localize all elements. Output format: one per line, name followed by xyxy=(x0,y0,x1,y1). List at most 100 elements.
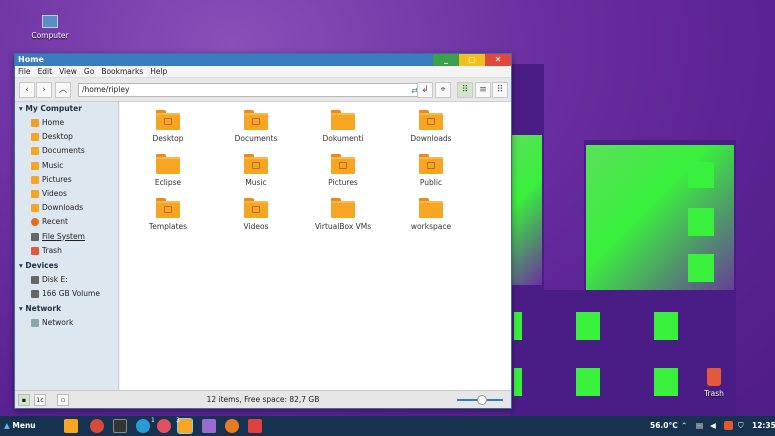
menu-bookmarks[interactable]: Bookmarks xyxy=(101,67,143,76)
sidebar-item-file-system[interactable]: File System xyxy=(15,230,118,244)
title-bar[interactable]: Home _ ▢ ✕ xyxy=(15,54,511,66)
forward-button[interactable]: › xyxy=(36,82,52,98)
status-bar: ▪ 1c ▫ 12 items, Free space: 82,7 GB xyxy=(15,390,511,408)
network-tray-icon[interactable]: ▤ xyxy=(696,416,703,436)
sidebar-item-disk-e[interactable]: Disk E: xyxy=(15,273,118,287)
folder-item[interactable]: Downloads xyxy=(391,110,471,143)
section-network[interactable]: ▾ Network xyxy=(15,302,118,316)
sidebar-item-network[interactable]: Network xyxy=(15,316,118,330)
drive-icon xyxy=(31,275,39,284)
menu-button[interactable]: ▲ Menu xyxy=(4,416,36,436)
app-launcher-icon[interactable] xyxy=(248,419,262,433)
folder-item[interactable]: workspace xyxy=(391,198,471,231)
drive-icon xyxy=(31,290,39,299)
folder-item[interactable]: Videos xyxy=(216,198,296,231)
menu-edit[interactable]: Edit xyxy=(38,67,53,76)
clock[interactable]: 12:35 xyxy=(752,416,775,436)
folder-icon xyxy=(331,154,355,174)
folder-icon xyxy=(419,154,443,174)
sidebar-item-home[interactable]: Home xyxy=(15,116,118,130)
up-button[interactable]: ︿ xyxy=(55,82,71,98)
sidebar-item-recent[interactable]: Recent xyxy=(15,215,118,229)
compact-view-button[interactable]: ⠿ xyxy=(492,82,508,98)
network-icon xyxy=(31,319,39,328)
app-menu-icon: ▲ xyxy=(4,421,10,430)
file-manager-task-icon[interactable] xyxy=(177,418,193,434)
folder-item[interactable]: Dokumenti xyxy=(303,110,383,143)
desktop-icon-label: Computer xyxy=(31,31,69,40)
minimize-button[interactable]: _ xyxy=(433,54,459,66)
menu-view[interactable]: View xyxy=(59,67,77,76)
menu-go[interactable]: Go xyxy=(84,67,94,76)
chevron-up-icon[interactable]: ⌃ xyxy=(681,416,687,436)
sidebar-item-documents[interactable]: Documents xyxy=(15,144,118,158)
app-launcher-icon[interactable] xyxy=(90,419,104,433)
folder-icon xyxy=(419,110,443,130)
window-count-badge: 3 xyxy=(176,417,180,424)
trash-icon xyxy=(31,246,39,255)
desktop-icon-computer[interactable]: Computer xyxy=(28,15,72,40)
file-manager-window: Home _ ▢ ✕ File Edit View Go Bookmarks H… xyxy=(14,53,512,409)
sidebar-item-music[interactable]: Music xyxy=(15,159,118,173)
firefox-icon[interactable] xyxy=(225,419,239,433)
target-icon[interactable]: ⌖ xyxy=(435,82,451,98)
back-button[interactable]: ‹ xyxy=(19,82,35,98)
sidebar-item-desktop[interactable]: Desktop xyxy=(15,130,118,144)
folder-launcher-icon[interactable] xyxy=(64,419,78,433)
pictures-icon xyxy=(31,175,39,184)
folder-item[interactable]: Desktop xyxy=(128,110,208,143)
folder-item[interactable]: Documents xyxy=(216,110,296,143)
folder-icon xyxy=(244,110,268,130)
videos-icon xyxy=(31,189,39,198)
downloads-icon xyxy=(31,204,39,213)
section-devices[interactable]: ▾ Devices xyxy=(15,259,118,273)
app-launcher-icon[interactable] xyxy=(202,419,216,433)
app-launcher-icon[interactable] xyxy=(136,419,150,433)
folder-icon xyxy=(156,154,180,174)
sidebar-item-trash[interactable]: Trash xyxy=(15,244,118,258)
location-bar[interactable]: /home/ripley ⇄ xyxy=(78,83,422,97)
folder-item[interactable]: Music xyxy=(216,154,296,187)
list-view-button[interactable]: ≡ xyxy=(475,82,491,98)
music-icon xyxy=(31,161,39,170)
terminal-icon[interactable] xyxy=(113,419,127,433)
recent-icon xyxy=(31,218,39,227)
open-terminal-button[interactable]: ↲ xyxy=(417,82,433,98)
home-icon xyxy=(31,119,39,127)
tray-app-icon[interactable] xyxy=(724,421,733,430)
trash-icon xyxy=(707,368,721,386)
menu-help[interactable]: Help xyxy=(150,67,167,76)
app-launcher-icon[interactable] xyxy=(157,419,171,433)
folder-icon xyxy=(244,154,268,174)
desktop-icon-label: Trash xyxy=(704,389,724,398)
sidebar-item-volume[interactable]: 166 GB Volume xyxy=(15,287,118,301)
menu-file[interactable]: File xyxy=(18,67,31,76)
volume-icon[interactable]: ◀ xyxy=(710,416,716,436)
window-title: Home xyxy=(18,55,44,64)
sidebar-item-pictures[interactable]: Pictures xyxy=(15,173,118,187)
icon-view-button[interactable]: ⠿ xyxy=(457,82,473,98)
zoom-slider[interactable] xyxy=(457,395,503,405)
drive-icon xyxy=(31,232,39,241)
folder-item[interactable]: Pictures xyxy=(303,154,383,187)
shield-icon[interactable]: ⛉ xyxy=(738,416,744,436)
file-view[interactable]: Desktop Documents Dokumenti Downloads Ec… xyxy=(120,102,511,392)
folder-item[interactable]: VirtualBox VMs xyxy=(303,198,383,231)
cpu-temperature: 56.0°C xyxy=(650,421,678,430)
documents-icon xyxy=(31,147,39,156)
folder-item[interactable]: Templates xyxy=(128,198,208,231)
section-my-computer[interactable]: ▾ My Computer xyxy=(15,102,118,116)
zoom-slider-handle[interactable] xyxy=(477,395,487,405)
sidebar-item-downloads[interactable]: Downloads xyxy=(15,201,118,215)
show-places-button[interactable]: ▪ xyxy=(18,394,30,406)
sidebar-item-videos[interactable]: Videos xyxy=(15,187,118,201)
desktop-icon-trash[interactable]: Trash xyxy=(694,368,734,398)
hide-sidebar-button[interactable]: ▫ xyxy=(57,394,69,406)
tree-view-button[interactable]: 1c xyxy=(34,394,46,406)
maximize-button[interactable]: ▢ xyxy=(459,54,485,66)
folder-item[interactable]: Public xyxy=(391,154,471,187)
folder-item[interactable]: Eclipse xyxy=(128,154,208,187)
close-button[interactable]: ✕ xyxy=(485,54,511,66)
computer-icon xyxy=(42,15,58,28)
menu-bar: File Edit View Go Bookmarks Help xyxy=(15,66,511,78)
